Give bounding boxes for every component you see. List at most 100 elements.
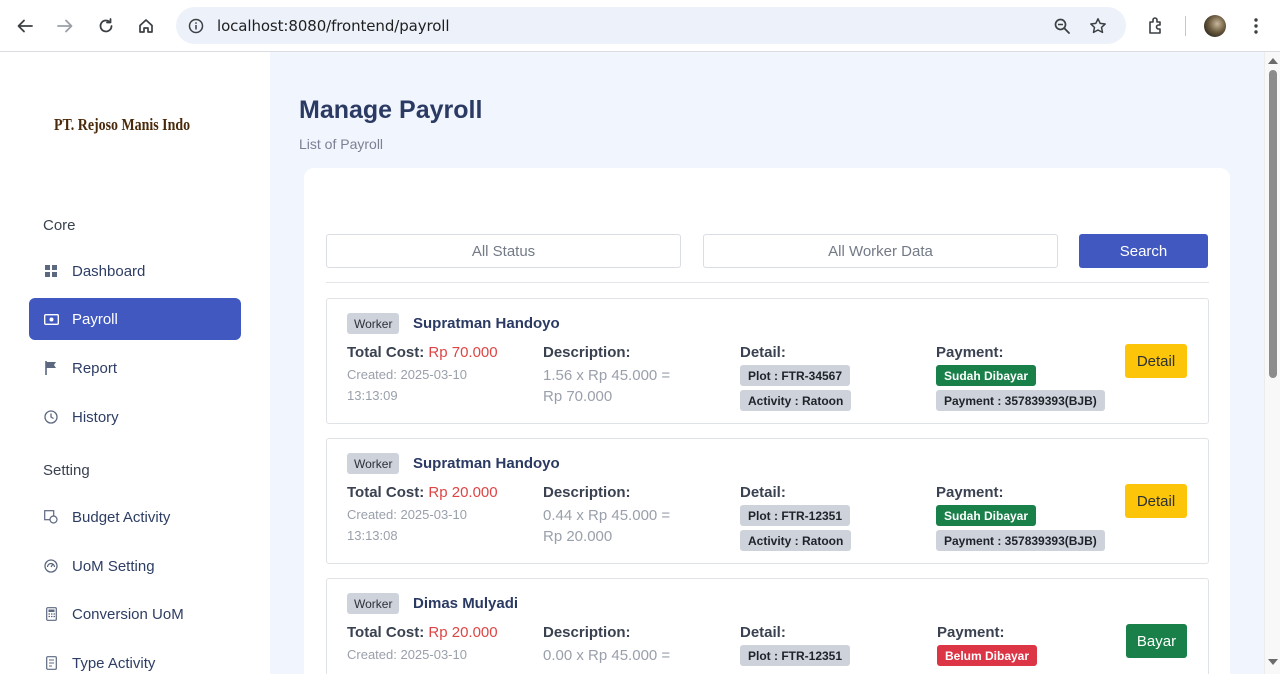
back-icon[interactable] — [13, 14, 37, 38]
detail-button[interactable]: Detail — [1125, 484, 1187, 518]
description-column: Description: 1.56 x Rp 45.000 = Rp 70.00… — [543, 344, 670, 407]
clock-icon — [43, 409, 59, 425]
company-logo[interactable]: R PT. Rejoso Manis Indo — [50, 92, 220, 158]
payment-column: Payment: Sudah Dibayar Payment : 3578393… — [936, 484, 1105, 551]
cost-column: Total Cost: Rp 20.000 Created: 2025-03-1… — [347, 624, 498, 665]
activity-badge: Activity : Ratoon — [740, 390, 851, 411]
home-icon[interactable] — [134, 14, 158, 38]
flag-icon — [43, 360, 59, 376]
divider — [326, 282, 1209, 283]
section-core: Core — [43, 217, 76, 234]
detail-label: Detail: — [740, 344, 851, 361]
payment-status-badge: Sudah Dibayar — [936, 365, 1036, 386]
sidebar-item-label: Dashboard — [72, 263, 145, 280]
scroll-down-arrow-icon[interactable] — [1268, 659, 1278, 665]
detail-label: Detail: — [740, 484, 851, 501]
sidebar-item-uom-setting[interactable]: UoM Setting — [29, 545, 241, 587]
payment-label: Payment: — [937, 624, 1037, 641]
cost-column: Total Cost: Rp 20.000 Created: 2025-03-1… — [347, 484, 498, 546]
description-label: Description: — [543, 484, 670, 501]
description-formula: 1.56 x Rp 45.000 = — [543, 365, 670, 386]
search-button[interactable]: Search — [1079, 234, 1208, 268]
created-time: 13:13:09 — [347, 385, 498, 406]
pay-button[interactable]: Bayar — [1126, 624, 1187, 658]
status-filter[interactable]: All Status — [326, 234, 681, 268]
sidebar-item-label: Payroll — [72, 311, 118, 328]
sidebar: R PT. Rejoso Manis Indo Core Dashboard P… — [0, 52, 270, 674]
description-result: Rp 20.000 — [543, 526, 670, 547]
description-result: Rp 70.000 — [543, 386, 670, 407]
description-formula: 0.00 x Rp 45.000 = — [543, 645, 670, 666]
worker-filter[interactable]: All Worker Data — [703, 234, 1058, 268]
created-date: Created: 2025-03-10 — [347, 644, 498, 665]
activity-badge: Activity : Ratoon — [740, 530, 851, 551]
site-info-icon[interactable] — [186, 16, 206, 36]
extensions-icon[interactable] — [1144, 14, 1168, 38]
sidebar-item-label: History — [72, 409, 119, 426]
worker-badge: Worker — [347, 313, 399, 334]
description-column: Description: 0.00 x Rp 45.000 = — [543, 624, 670, 666]
forward-icon[interactable] — [53, 14, 77, 38]
sidebar-item-conversion-uom[interactable]: Conversion UoM — [29, 593, 241, 635]
toolbar-separator — [1185, 16, 1186, 36]
description-formula: 0.44 x Rp 45.000 = — [543, 505, 670, 526]
sidebar-item-label: Type Activity — [72, 655, 155, 672]
created-time: 13:13:08 — [347, 525, 498, 546]
detail-column: Detail: Plot : FTR-12351 Activity : Rato… — [740, 484, 851, 551]
scroll-up-arrow-icon[interactable] — [1268, 58, 1278, 64]
worker-name: Supratman Handoyo — [413, 315, 560, 332]
main-content: Manage Payroll List of Payroll All Statu… — [270, 52, 1264, 674]
sidebar-item-label: Budget Activity — [72, 509, 170, 526]
cost-column: Total Cost: Rp 70.000 Created: 2025-03-1… — [347, 344, 498, 406]
created-date: Created: 2025-03-10 — [347, 504, 498, 525]
created-date: Created: 2025-03-10 — [347, 364, 498, 385]
menu-kebab-icon[interactable] — [1244, 14, 1268, 38]
sidebar-item-report[interactable]: Report — [29, 347, 241, 389]
sidebar-item-type-activity[interactable]: Type Activity — [29, 642, 241, 684]
money-icon — [43, 311, 59, 327]
bookmark-star-icon[interactable] — [1088, 16, 1108, 36]
worker-badge: Worker — [347, 593, 399, 614]
payment-label: Payment: — [936, 484, 1105, 501]
description-column: Description: 0.44 x Rp 45.000 = Rp 20.00… — [543, 484, 670, 547]
sidebar-item-payroll[interactable]: Payroll — [29, 298, 241, 340]
address-bar[interactable]: localhost:8080/frontend/payroll — [176, 7, 1126, 44]
reload-icon[interactable] — [94, 14, 118, 38]
sidebar-item-label: Conversion UoM — [72, 606, 184, 623]
detail-column: Detail: Plot : FTR-34567 Activity : Rato… — [740, 344, 851, 411]
page-scrollbar[interactable] — [1264, 52, 1280, 674]
payment-ref-badge: Payment : 357839393(BJB) — [936, 390, 1105, 411]
page-title: Manage Payroll — [299, 96, 482, 125]
payment-column: Payment: Belum Dibayar — [937, 624, 1037, 666]
browser-toolbar: localhost:8080/frontend/payroll — [0, 0, 1280, 52]
detail-label: Detail: — [740, 624, 850, 641]
payroll-item: Worker Supratman Handoyo Total Cost: Rp … — [326, 298, 1209, 424]
scroll-thumb[interactable] — [1269, 70, 1277, 378]
payment-label: Payment: — [936, 344, 1105, 361]
payment-column: Payment: Sudah Dibayar Payment : 3578393… — [936, 344, 1105, 411]
url-text[interactable]: localhost:8080/frontend/payroll — [217, 17, 449, 35]
calculator-icon — [43, 606, 59, 622]
worker-name: Supratman Handoyo — [413, 455, 560, 472]
total-cost-value: Rp 70.000 — [428, 344, 497, 361]
document-icon — [43, 655, 59, 671]
total-cost-value: Rp 20.000 — [428, 484, 497, 501]
plot-badge: Plot : FTR-34567 — [740, 365, 850, 386]
sidebar-item-dashboard[interactable]: Dashboard — [29, 250, 241, 292]
detail-button[interactable]: Detail — [1125, 344, 1187, 378]
grid-icon — [43, 263, 59, 279]
total-cost-value: Rp 20.000 — [428, 624, 497, 641]
total-cost-label: Total Cost: — [347, 484, 424, 501]
sidebar-item-budget-activity[interactable]: Budget Activity — [29, 496, 241, 538]
payroll-card: All Status All Worker Data Search Worker… — [304, 168, 1230, 674]
plot-badge: Plot : FTR-12351 — [740, 505, 850, 526]
total-cost-label: Total Cost: — [347, 344, 424, 361]
section-setting: Setting — [43, 462, 90, 479]
payment-status-badge: Belum Dibayar — [937, 645, 1037, 666]
budget-icon — [43, 509, 59, 525]
zoom-icon[interactable] — [1052, 16, 1072, 36]
sidebar-item-history[interactable]: History — [29, 396, 241, 438]
sidebar-item-label: Report — [72, 360, 117, 377]
profile-avatar[interactable] — [1204, 15, 1226, 37]
worker-name: Dimas Mulyadi — [413, 595, 518, 612]
